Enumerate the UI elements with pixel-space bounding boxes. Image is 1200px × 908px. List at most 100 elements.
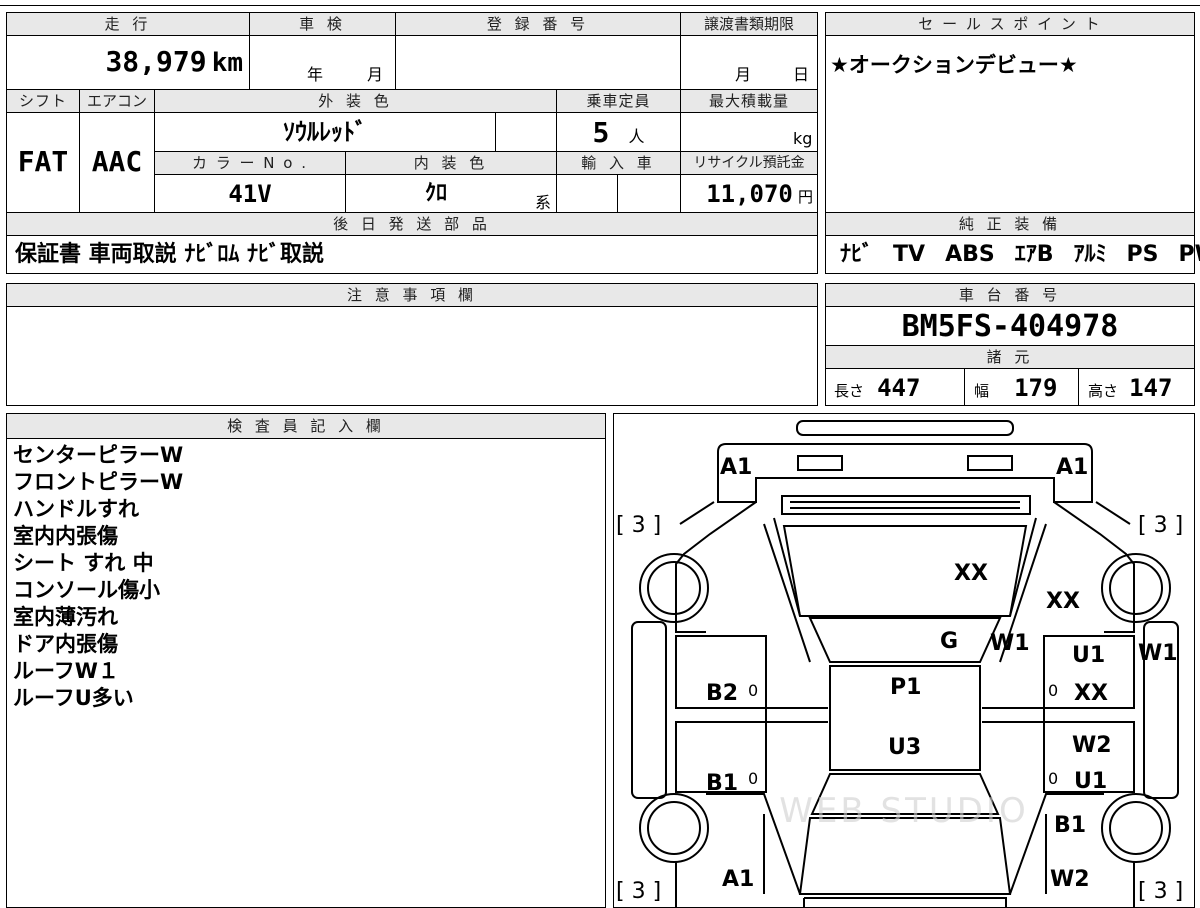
windshield [808, 617, 1002, 663]
car-diagram-box: WEB STUDIO A1 A1 [ 3 ] [ 3 ] XX XX G W1 … [613, 413, 1195, 908]
mark-door-fr-zero: 0 [1048, 681, 1058, 700]
import-label: 輸 入 車 [557, 152, 680, 174]
inspector-box: 検 査 員 記 入 欄 センターピラーW フロントピラーW ハンドルすれ 室内内… [6, 413, 606, 908]
registration-label: 登 録 番 号 [396, 13, 680, 35]
equipment-item: ｴｱB [1014, 242, 1054, 267]
mark-tire-fr: [ 3 ] [1138, 513, 1183, 538]
equipment-item: PS [1126, 242, 1159, 267]
top-strip [0, 0, 1200, 6]
grille [781, 495, 1031, 515]
mark-door-rl-rear-zero: 0 [748, 769, 758, 788]
front-bumper [796, 420, 1014, 436]
mark-front-right: A1 [1056, 455, 1088, 480]
interior-color-value: ｸﾛ [424, 181, 447, 206]
length-label: 長さ [834, 382, 865, 400]
mark-door-fr-xx: XX [1074, 681, 1108, 706]
recycle-number: 11,070 [706, 180, 793, 208]
chassis-box: 車 台 番 号 BM5FS-404978 諸 元 長さ 447 幅 179 高さ… [825, 283, 1195, 406]
note-item: 室内薄汚れ [13, 605, 118, 629]
inspection-month: 月 [367, 65, 384, 84]
equipment-item: ABS [945, 242, 995, 267]
note-item: ルーフW１ [13, 659, 119, 683]
note-item: シート すれ 中 [13, 551, 154, 575]
mark-roof: P1 [890, 675, 921, 700]
sales-point-value: ★オークションデビュー★ [830, 53, 1078, 77]
mark-tire-fl: [ 3 ] [616, 513, 661, 538]
note-item: センターピラーW [13, 443, 184, 467]
wheel-rear-left [639, 793, 709, 863]
equipment-item: ﾅﾋﾞ [840, 242, 874, 267]
capacity-label: 乗車定員 [557, 90, 680, 112]
recycle-unit: 円 [797, 188, 813, 206]
wheel-front-left [639, 553, 709, 623]
mark-windshield: G [940, 629, 958, 654]
vehicle-info-table: 走 行 車 検 登 録 番 号 譲渡書類期限 38,979 km 年 月 月 日… [6, 12, 818, 274]
chassis-label: 車 台 番 号 [826, 284, 1194, 306]
equipment-item: PW [1178, 242, 1200, 267]
watermark: WEB STUDIO [779, 791, 1028, 831]
height-value: 147 [1129, 374, 1173, 402]
note-item: フロントピラーW [13, 470, 184, 494]
shift-value: FAT [17, 145, 69, 178]
capacity-number: 5 [592, 116, 610, 149]
aircon-value: AAC [91, 145, 143, 178]
equipment-item: TV [893, 242, 926, 267]
interior-color-suffix: 系 [535, 193, 552, 212]
spec-length: 長さ 447 [834, 369, 920, 405]
mark-door-rr-top: W2 [1072, 733, 1112, 758]
height-label: 高さ [1088, 382, 1119, 400]
mileage-value: 38,979 km [7, 36, 249, 88]
note-item: ドア内張傷 [13, 632, 118, 656]
mark-door-fr-top: U1 [1072, 643, 1105, 668]
car-diagram: WEB STUDIO A1 A1 [ 3 ] [ 3 ] XX XX G W1 … [616, 420, 1183, 907]
inspector-label: 検 査 員 記 入 欄 [7, 414, 605, 438]
chassis-value: BM5FS-404978 [901, 309, 1119, 344]
mileage-label: 走 行 [7, 13, 249, 35]
mark-door-rr-zero: 0 [1048, 769, 1058, 788]
equipment-item: ｱﾙﾐ [1073, 242, 1107, 267]
width-value: 179 [1014, 374, 1058, 402]
aircon-label: エアコン [80, 90, 154, 112]
note-item: ルーフU多い [13, 686, 134, 710]
mark-rear-left: A1 [722, 867, 754, 892]
mark-hood: XX [954, 561, 988, 586]
recycle-value: 11,070 円 [681, 175, 817, 211]
max-load-unit: kg [793, 129, 813, 148]
hood [782, 525, 1028, 617]
transfer-deadline-label: 譲渡書類期限 [681, 13, 817, 35]
inspection-label: 車 検 [250, 13, 395, 35]
spec-width: 幅 179 [974, 369, 1057, 405]
exterior-color-value: ｿｳﾙﾚｯﾄﾞ [283, 118, 367, 146]
capacity-value: 5 人 [557, 113, 680, 151]
mileage-unit: km [211, 48, 243, 78]
mark-sill-right: W1 [1138, 641, 1178, 666]
headlight-right [967, 455, 1013, 471]
mark-pillar-right: W1 [990, 631, 1030, 656]
later-parts-label: 後 日 発 送 部 品 [7, 213, 817, 235]
caution-box: 注 意 事 項 欄 [6, 283, 818, 406]
width-label: 幅 [974, 382, 990, 400]
exterior-color-label: 外 装 色 [155, 90, 556, 112]
inspection-year: 年 [307, 65, 324, 84]
mark-door-rl-rear: B1 [706, 771, 738, 796]
recycle-label: リサイクル預託金 [681, 152, 817, 174]
deadline-month: 月 [735, 65, 752, 84]
max-load-label: 最大積載量 [681, 90, 817, 112]
color-no-label: カ ラ ー N o . [155, 152, 345, 174]
mark-tire-rl: [ 3 ] [616, 879, 661, 904]
sales-point-label: セ ー ル ス ポ イ ン ト [826, 13, 1194, 35]
mark-quarter-right: B1 [1054, 813, 1086, 838]
mileage-number: 38,979 [105, 45, 207, 78]
sales-point-box: セ ー ル ス ポ イ ン ト ★オークションデビュー★ 純 正 装 備 ﾅﾋﾞ… [825, 12, 1200, 274]
spec-height: 高さ 147 [1088, 369, 1172, 405]
mark-front-left: A1 [720, 455, 752, 480]
specs-label: 諸 元 [826, 346, 1194, 368]
mark-door-rl-front: B2 [706, 681, 738, 706]
shift-label: シフト [7, 90, 79, 112]
interior-color-label: 内 装 色 [346, 152, 556, 174]
note-item: コンソール傷小 [13, 578, 160, 602]
mark-door-rl-front-zero: 0 [748, 681, 758, 700]
wheel-front-right [1101, 553, 1171, 623]
length-value: 447 [877, 374, 921, 402]
note-item: ハンドルすれ [13, 497, 139, 521]
